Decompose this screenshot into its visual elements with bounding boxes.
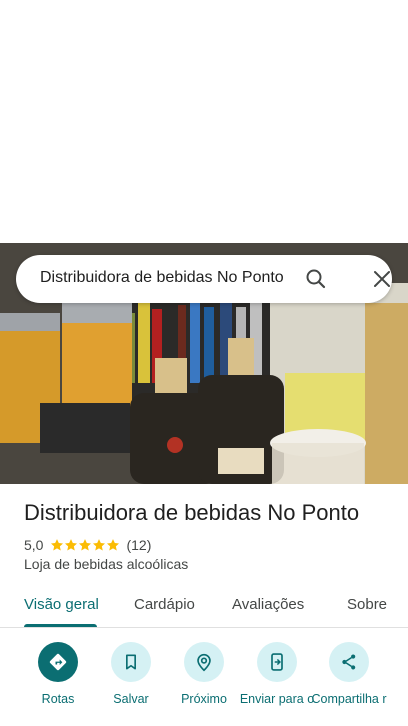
- star-rating: [50, 538, 120, 552]
- nearby-icon: [184, 642, 224, 682]
- bookmark-icon: [111, 642, 151, 682]
- star-icon: [65, 539, 78, 551]
- save-label: Salvar: [113, 692, 149, 706]
- star-icon: [93, 539, 106, 551]
- nearby-button[interactable]: Próximo: [166, 642, 242, 706]
- share-button[interactable]: Compartilha r: [311, 642, 387, 706]
- nearby-label: Próximo: [181, 692, 227, 706]
- place-category: Loja de bebidas alcoólicas: [24, 556, 189, 572]
- place-tabs: Visão geral Cardápio Avaliações Sobre: [0, 586, 408, 628]
- tab-reviews[interactable]: Avaliações: [232, 596, 304, 613]
- directions-label: Rotas: [41, 692, 75, 706]
- place-title: Distribuidora de bebidas No Ponto: [24, 500, 360, 525]
- tab-about[interactable]: Sobre: [347, 596, 387, 613]
- tab-menu[interactable]: Cardápio: [134, 596, 195, 613]
- share-icon: [329, 642, 369, 682]
- share-label: Compartilha r: [311, 692, 387, 706]
- star-icon: [51, 539, 64, 551]
- directions-button[interactable]: Rotas: [20, 642, 96, 706]
- tab-overview[interactable]: Visão geral: [24, 596, 99, 613]
- rating-value: 5,0: [24, 537, 44, 553]
- send-to-phone-label: Enviar para o: [239, 692, 315, 706]
- search-bar[interactable]: Distribuidora de bebidas No Ponto: [16, 255, 392, 303]
- action-bar: Rotas Salvar Próximo Enviar para o Compa…: [0, 640, 408, 726]
- map-area: [0, 0, 408, 243]
- star-icon: [107, 539, 120, 551]
- directions-icon: [38, 642, 78, 682]
- search-input[interactable]: Distribuidora de bebidas No Ponto: [40, 269, 284, 287]
- save-button[interactable]: Salvar: [93, 642, 169, 706]
- search-icon[interactable]: [302, 265, 330, 293]
- send-to-phone-icon: [257, 642, 297, 682]
- send-to-phone-button[interactable]: Enviar para o: [239, 642, 315, 706]
- close-icon[interactable]: [368, 265, 396, 293]
- rating-row[interactable]: 5,0 (12): [24, 536, 151, 554]
- active-tab-indicator: [24, 624, 97, 627]
- star-icon: [79, 539, 92, 551]
- review-count[interactable]: (12): [126, 537, 151, 553]
